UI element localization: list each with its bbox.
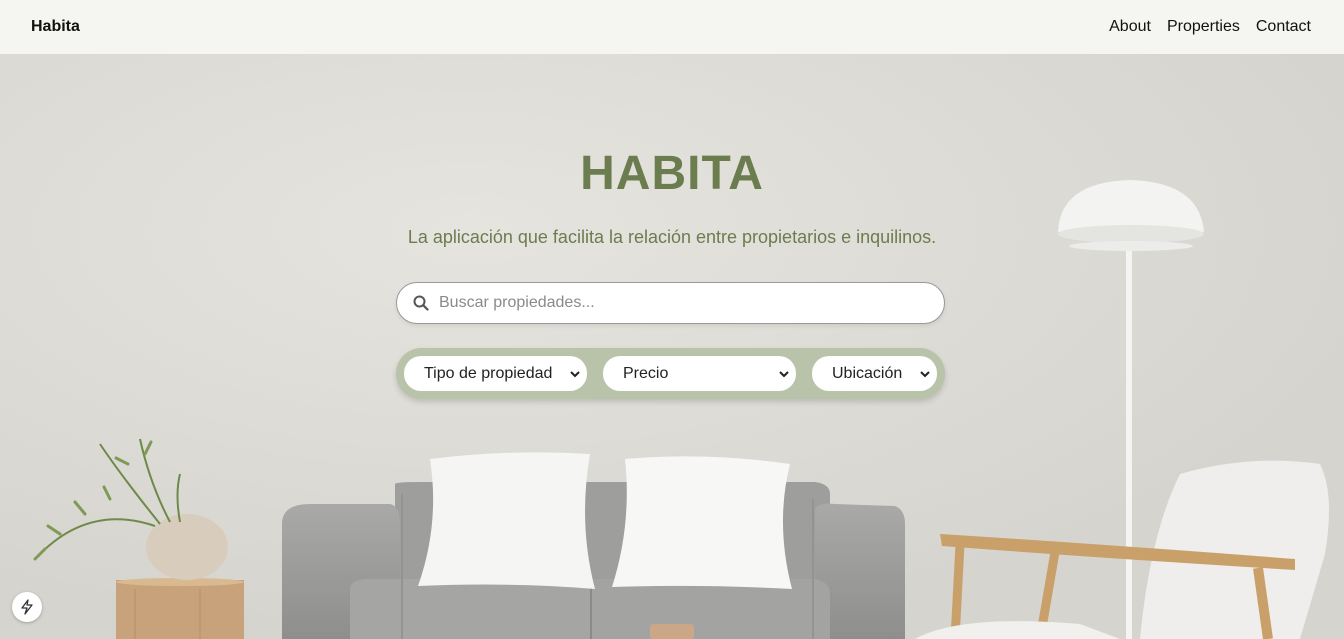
location-label: Ubicación <box>832 364 903 382</box>
nav-links: About Properties Contact <box>1109 18 1311 36</box>
chevron-down-icon <box>570 371 580 378</box>
navbar: Habita About Properties Contact <box>0 0 1344 54</box>
nav-link-about[interactable]: About <box>1109 18 1151 36</box>
hero-section: HABITA La aplicación que facilita la rel… <box>0 54 1344 639</box>
nav-link-properties[interactable]: Properties <box>1167 18 1240 36</box>
property-type-label: Tipo de propiedad <box>424 364 553 382</box>
search-bar[interactable] <box>396 282 945 324</box>
wooden-side-table <box>116 578 244 639</box>
hero-title: HABITA <box>580 147 764 200</box>
chevron-down-icon <box>779 371 789 378</box>
property-type-select[interactable]: Tipo de propiedad <box>404 356 587 391</box>
search-input[interactable] <box>439 294 909 312</box>
brand-logo-link[interactable]: Habita <box>31 18 80 36</box>
living-room-background-image <box>0 54 1344 639</box>
dev-tools-badge[interactable] <box>12 592 42 622</box>
filter-bar: Tipo de propiedad Precio Ubicación <box>396 348 945 399</box>
hero-subtitle: La aplicación que facilita la relación e… <box>407 227 937 247</box>
chevron-down-icon <box>920 371 930 378</box>
price-select[interactable]: Precio <box>603 356 796 391</box>
location-select[interactable]: Ubicación <box>812 356 937 391</box>
search-icon <box>413 295 429 311</box>
sofa <box>282 482 905 639</box>
cup <box>650 624 694 639</box>
lightning-icon <box>21 599 33 615</box>
price-label: Precio <box>623 364 669 382</box>
nav-link-contact[interactable]: Contact <box>1256 18 1311 36</box>
